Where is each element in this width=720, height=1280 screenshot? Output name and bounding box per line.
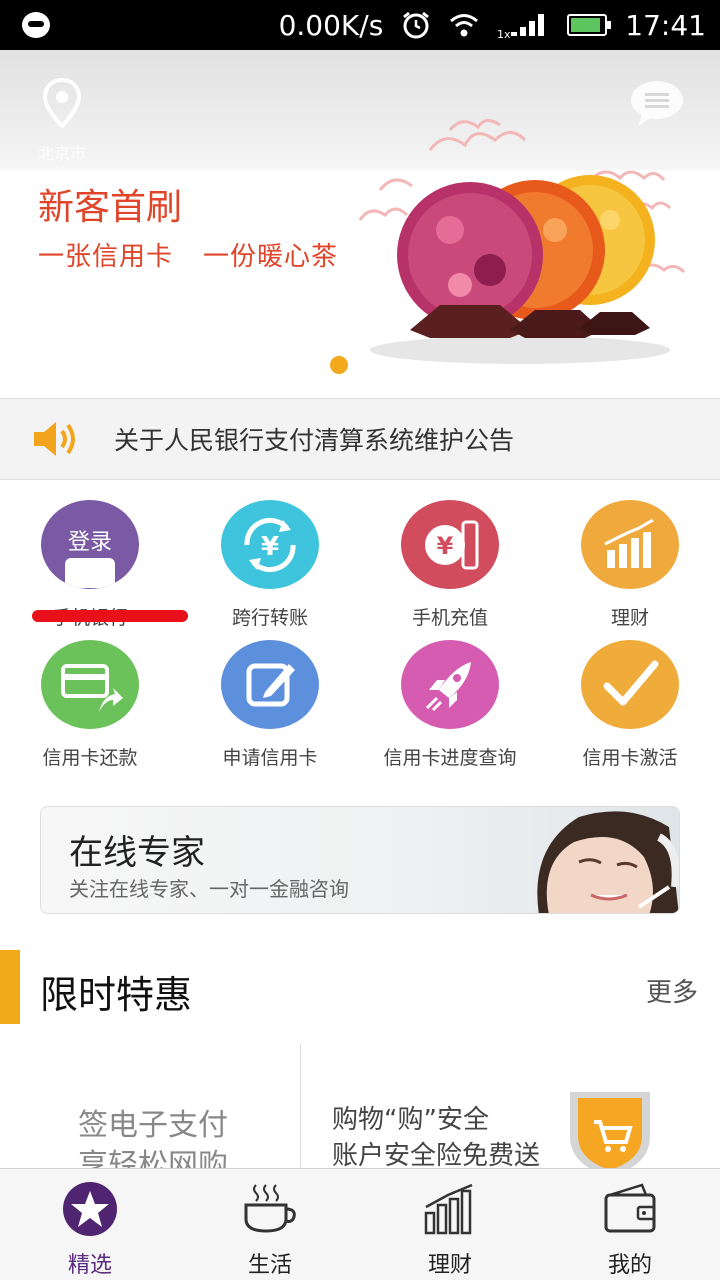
tea-cakes-image [358, 119, 686, 364]
nav-featured[interactable]: 精选 [0, 1169, 180, 1280]
network-speed: 0.00K/s [278, 8, 384, 42]
offer-card-insurance[interactable]: 购物“购”安全 账户安全险免费送 [332, 1102, 540, 1174]
service-apply-card[interactable]: 申请信用卡 [180, 630, 360, 770]
service-finance[interactable]: 理财 [540, 490, 720, 630]
carousel-indicator[interactable] [330, 356, 348, 374]
svg-text:¥: ¥ [437, 532, 454, 560]
phone-recharge-icon: ¥ [401, 500, 499, 589]
service-phone-recharge[interactable]: ¥ 手机充值 [360, 490, 540, 630]
nav-label: 精选 [67, 1253, 112, 1278]
clock: 17:41 [625, 8, 706, 42]
nav-life[interactable]: 生活 [180, 1169, 360, 1280]
section-accent-bar [0, 950, 20, 1024]
offer-divider [300, 1044, 301, 1174]
service-label: 理财 [610, 607, 649, 629]
service-label: 申请信用卡 [222, 747, 318, 769]
location-selector[interactable]: 北京市 [30, 77, 94, 164]
service-card-progress[interactable]: 信用卡进度查询 [360, 630, 540, 770]
service-interbank-transfer[interactable]: ¥ 跨行转账 [180, 490, 360, 630]
promo-title: 新客首刷 [38, 187, 183, 228]
message-icon [22, 12, 50, 38]
service-label: 信用卡还款 [42, 747, 138, 769]
service-mobile-banking[interactable]: 登录 手机银行 [0, 490, 180, 630]
wifi-icon [450, 14, 479, 37]
nav-label: 我的 [607, 1253, 652, 1278]
bar-chart-icon [424, 1183, 473, 1235]
service-label: 信用卡激活 [582, 747, 678, 769]
nav-label: 生活 [247, 1253, 292, 1278]
login-phone-icon: 登录 [41, 500, 139, 589]
service-label: 跨行转账 [231, 607, 308, 629]
section-title: 限时特惠 [40, 973, 193, 1017]
service-label: 信用卡进度查询 [383, 747, 517, 769]
checkmark-icon [581, 640, 679, 729]
location-text: 北京市 [37, 144, 86, 163]
more-link[interactable]: 更多 [646, 972, 698, 1009]
coffee-cup-icon [244, 1184, 296, 1233]
service-grid: 登录 手机银行 ¥ 跨行转账 ¥ [0, 490, 720, 770]
battery-icon [567, 14, 612, 36]
expert-subtitle: 关注在线专家、一对一金融咨询 [69, 877, 349, 901]
svg-text:¥: ¥ [261, 532, 279, 562]
promo-subtitle: 一张信用卡 一份暖心茶 [38, 242, 339, 272]
card-repay-icon [41, 640, 139, 729]
finance-chart-icon [581, 500, 679, 589]
transfer-icon: ¥ [221, 500, 319, 589]
service-credit-repay[interactable]: 信用卡还款 [0, 630, 180, 770]
location-pin-icon [42, 77, 82, 129]
promo-banner[interactable]: 北京市 新客首刷 一张信用卡 一份暖心茶 [0, 50, 720, 398]
announcement-text: 关于人民银行支付清算系统维护公告 [114, 426, 515, 455]
online-expert-card[interactable]: 在线专家 关注在线专家、一对一金融咨询 [40, 806, 680, 914]
service-card-activate[interactable]: 信用卡激活 [540, 630, 720, 770]
expert-title: 在线专家 [69, 833, 205, 873]
nav-label: 理财 [427, 1253, 472, 1278]
wallet-icon [604, 1183, 656, 1233]
customer-service-agent-image [537, 811, 679, 913]
nav-finance[interactable]: 理财 [360, 1169, 540, 1280]
alarm-icon [403, 11, 430, 39]
rocket-icon [401, 640, 499, 729]
bottom-navigation: 精选 生活 理财 我的 [0, 1168, 720, 1280]
apply-card-icon [221, 640, 319, 729]
signal-icon: 1x [497, 14, 545, 40]
red-annotation-mark [32, 610, 188, 622]
status-bar: 0.00K/s 1x 17:41 [0, 0, 720, 50]
speaker-icon [34, 422, 75, 456]
star-icon [63, 1182, 117, 1236]
announcement-bar[interactable]: 关于人民银行支付清算系统维护公告 [0, 398, 720, 480]
svg-text:1x: 1x [497, 28, 511, 40]
shield-cart-icon [570, 1092, 650, 1176]
service-label: 手机充值 [411, 607, 488, 629]
nav-mine[interactable]: 我的 [540, 1169, 720, 1280]
